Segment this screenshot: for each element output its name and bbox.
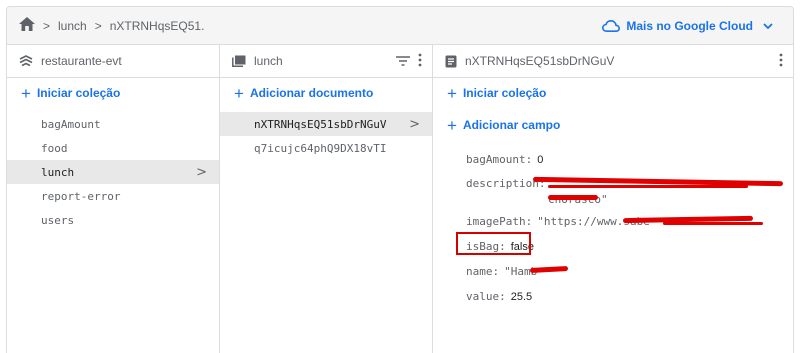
- breadcrumb: > lunch > nXTRNHqsEQ51.: [19, 17, 204, 34]
- document-title: nXTRNHqsEQ51sbDrNGuV: [465, 54, 615, 68]
- collection-panel-header: lunch: [220, 45, 432, 78]
- database-icon: [19, 55, 33, 67]
- add-document-button[interactable]: + Adicionar documento: [220, 78, 432, 108]
- home-icon[interactable]: [19, 17, 35, 34]
- list-item-selected[interactable]: lunch >: [7, 160, 219, 184]
- collection-name: users: [41, 213, 75, 227]
- breadcrumb-item-lunch[interactable]: lunch: [58, 19, 87, 33]
- list-item[interactable]: users: [7, 208, 219, 232]
- chevron-right-icon: >: [43, 18, 51, 33]
- add-field-label: Adicionar campo: [462, 118, 561, 132]
- list-item[interactable]: bagAmount: [7, 112, 219, 136]
- redaction-mark: [529, 266, 569, 273]
- google-cloud-label: Mais no Google Cloud: [626, 19, 753, 33]
- start-subcollection-label: Iniciar coleção: [462, 86, 547, 100]
- collection-icon: [232, 55, 246, 67]
- start-collection-label: Iniciar coleção: [36, 86, 121, 100]
- document-icon: [445, 55, 457, 67]
- project-title: restaurante-evt: [41, 54, 122, 68]
- chevron-right-icon: >: [196, 164, 207, 180]
- collection-list: bagAmount food lunch > report-error users: [7, 112, 219, 232]
- start-collection-button[interactable]: + Iniciar coleção: [7, 78, 219, 108]
- root-collections-panel: restaurante-evt + Iniciar coleção bagAmo…: [7, 45, 220, 353]
- field-value[interactable]: value: 25.5: [466, 290, 532, 303]
- plus-icon: +: [234, 83, 244, 103]
- root-panel-header: restaurante-evt: [7, 45, 219, 78]
- document-id: q7icujc64phQ9DX18vTI: [254, 141, 387, 155]
- document-fields-panel: nXTRNHqsEQ51sbDrNGuV + Iniciar coleção +…: [433, 45, 793, 353]
- field-key: bagAmount:: [466, 153, 533, 166]
- top-bar: > lunch > nXTRNHqsEQ51. Mais no Google C…: [7, 7, 793, 45]
- plus-icon: +: [447, 83, 457, 103]
- list-item[interactable]: food: [7, 136, 219, 160]
- document-list: nXTRNHqsEQ51sbDrNGuV > q7icujc64phQ9DX18v…: [220, 112, 432, 160]
- list-item-selected[interactable]: nXTRNHqsEQ51sbDrNGuV >: [220, 112, 432, 136]
- firestore-panel: > lunch > nXTRNHqsEQ51. Mais no Google C…: [6, 6, 794, 353]
- google-cloud-menu-button[interactable]: Mais no Google Cloud: [602, 7, 779, 45]
- field-bagAmount[interactable]: bagAmount: 0: [466, 153, 543, 166]
- cloud-icon: [602, 20, 621, 32]
- chevron-down-icon: [763, 22, 773, 29]
- field-key: value:: [466, 290, 506, 303]
- start-subcollection-button[interactable]: + Iniciar coleção: [433, 78, 793, 108]
- plus-icon: +: [447, 115, 457, 135]
- redaction-mark: [548, 195, 598, 200]
- highlight-box: [456, 232, 531, 255]
- add-field-button[interactable]: + Adicionar campo: [433, 110, 793, 140]
- filter-icon[interactable]: [396, 55, 410, 69]
- collection-name: report-error: [41, 189, 121, 203]
- redaction-mark: [663, 222, 763, 225]
- more-vert-icon[interactable]: [418, 53, 422, 70]
- field-value: 0: [537, 154, 544, 166]
- field-key: imagePath:: [466, 215, 533, 228]
- list-item[interactable]: q7icujc64phQ9DX18vTI: [220, 136, 432, 160]
- chevron-right-icon: >: [409, 116, 420, 132]
- list-item[interactable]: report-error: [7, 184, 219, 208]
- more-vert-icon[interactable]: [779, 53, 783, 70]
- collection-name: lunch: [41, 165, 75, 179]
- field-key: name:: [466, 265, 500, 278]
- chevron-right-icon: >: [94, 18, 102, 33]
- plus-icon: +: [21, 83, 31, 103]
- redaction-mark: [548, 185, 748, 188]
- add-document-label: Adicionar documento: [249, 86, 374, 100]
- document-panel-header: nXTRNHqsEQ51sbDrNGuV: [433, 45, 793, 78]
- collection-title: lunch: [254, 54, 283, 68]
- collection-name: food: [41, 141, 68, 155]
- field-value: 25.5: [510, 291, 533, 303]
- document-id: nXTRNHqsEQ51sbDrNGuV: [254, 117, 387, 131]
- field-name[interactable]: name: "Hamb: [466, 265, 537, 278]
- collection-documents-panel: lunch + Adicionar documento nXTRNHqsEQ51…: [220, 45, 433, 353]
- breadcrumb-item-document[interactable]: nXTRNHqsEQ51.: [110, 19, 205, 33]
- collection-name: bagAmount: [41, 117, 101, 131]
